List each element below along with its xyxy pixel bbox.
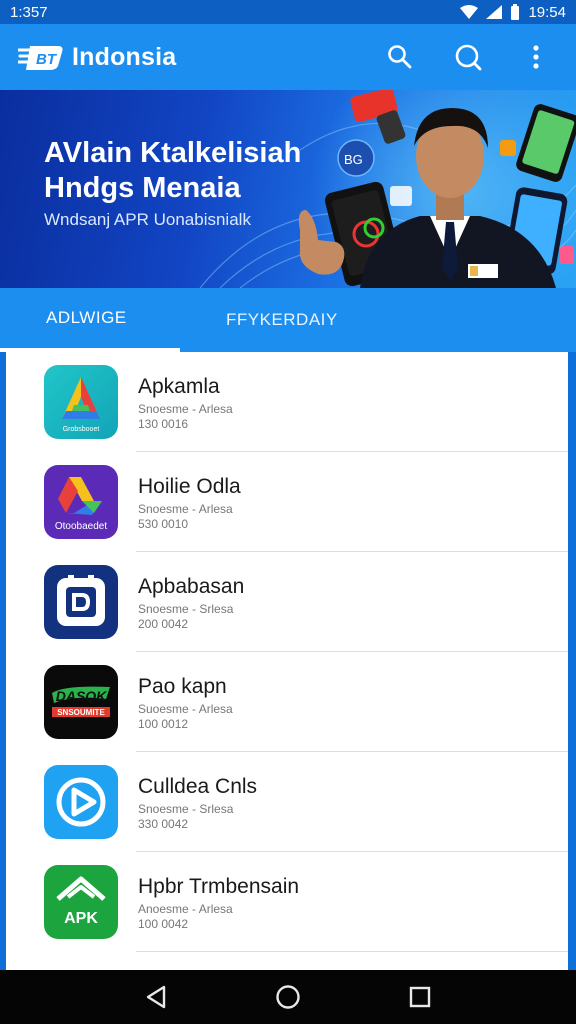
app-name: Apbabasan xyxy=(138,575,245,598)
search-alt-icon[interactable] xyxy=(448,37,488,77)
list-item-text: Apbabasan Snoesme - Srlesa 200 0042 xyxy=(138,574,244,632)
blue-play-icon[interactable] xyxy=(44,765,118,839)
tab-adlwige[interactable]: ADLWIGE xyxy=(0,288,180,352)
more-options-icon[interactable] xyxy=(516,37,556,77)
app-meta: Snoesme - Srlesa xyxy=(138,802,234,816)
status-icons: 19:54 xyxy=(460,4,566,21)
list-item[interactable]: Otoobaedet Hoilie Odla Snoesme - Arlesa … xyxy=(6,452,568,552)
app-title: Indonsia xyxy=(72,42,177,71)
list-item[interactable]: APK Hpbr Trmbensain Anoesme - Arlesa 100… xyxy=(6,852,568,952)
svg-text:BT: BT xyxy=(36,51,58,68)
svg-text:BG: BG xyxy=(344,152,363,167)
svg-text:DASQK: DASQK xyxy=(56,688,107,704)
app-meta: Anoesme - Arlesa xyxy=(138,902,233,916)
promo-banner[interactable]: BG AVlain Ktalkelisiah Hndgs Menaia Wnds… xyxy=(0,90,576,288)
battery-icon xyxy=(510,4,520,20)
app-meta: Suoesme - Arlesa xyxy=(138,702,233,716)
system-nav-bar xyxy=(0,970,576,1024)
tab-ffykerdaiy[interactable]: FFYKERDAIY xyxy=(180,288,380,352)
status-time: 1:357 xyxy=(10,3,48,21)
signal-icon xyxy=(486,5,503,19)
app-size: 100 0012 xyxy=(138,717,189,731)
status-bar: 1:357 19:54 xyxy=(0,0,576,24)
colorful-a-icon[interactable]: Grobsbooet xyxy=(44,365,118,439)
list-item[interactable]: Apbabasan Snoesme - Srlesa 200 0042 xyxy=(6,552,568,652)
list-item-text: Pao kapn Suoesme - Arlesa 100 0012 xyxy=(138,674,233,732)
home-icon[interactable] xyxy=(263,972,313,1022)
app-meta: Snoesme - Srlesa xyxy=(138,602,234,616)
app-size: 530 0010 xyxy=(138,517,189,531)
app-logo-icon: BT xyxy=(16,42,64,72)
app-meta: Snoesme - Arlesa xyxy=(138,402,233,416)
banner-subheading: Wndsanj APR Uonabisnialk xyxy=(44,210,251,229)
divider xyxy=(136,951,568,952)
banner-heading: AVlain Ktalkelisiah Hndgs Menaia xyxy=(44,137,302,204)
app-size: 200 0042 xyxy=(138,617,189,631)
svg-text:APK: APK xyxy=(64,910,98,927)
app-name: Culldea Cnls xyxy=(138,775,258,798)
green-apk-icon[interactable]: APK xyxy=(44,865,118,939)
list-item-text: Hoilie Odla Snoesme - Arlesa 530 0010 xyxy=(138,474,241,532)
tab-bar: ADLWIGE FFYKERDAIY xyxy=(0,288,576,352)
app-name: Pao kapn xyxy=(138,675,227,698)
list-item-text: Culldea Cnls Snoesme - Srlesa 330 0042 xyxy=(138,774,257,832)
list-item[interactable]: DASQK SNSOUMITE Pao kapn Suoesme - Arles… xyxy=(6,652,568,752)
app-name: Apkamla xyxy=(138,375,220,398)
navy-d-icon[interactable] xyxy=(44,565,118,639)
app-bar-actions xyxy=(380,37,562,77)
app-meta: Snoesme - Arlesa xyxy=(138,502,233,516)
list-item[interactable]: Culldea Cnls Snoesme - Srlesa 330 0042 xyxy=(6,752,568,852)
status-clock: 19:54 xyxy=(528,3,566,21)
recents-icon[interactable] xyxy=(395,972,445,1022)
svg-text:Grobsbooet: Grobsbooet xyxy=(63,426,100,433)
app-bar: BT Indonsia xyxy=(0,24,576,90)
search-icon[interactable] xyxy=(380,37,420,77)
dark-brand-icon[interactable]: DASQK SNSOUMITE xyxy=(44,665,118,739)
app-size: 130 0016 xyxy=(138,417,189,431)
app-size: 100 0042 xyxy=(138,917,189,931)
app-list: Grobsbooet Apkamla Snoesme - Arlesa 130 … xyxy=(6,352,568,970)
svg-text:Otoobaedet: Otoobaedet xyxy=(55,521,107,532)
list-item-text: Apkamla Snoesme - Arlesa 130 0016 xyxy=(138,374,233,432)
wifi-icon xyxy=(460,5,479,19)
back-icon[interactable] xyxy=(131,972,181,1022)
app-name: Hoilie Odla xyxy=(138,475,241,498)
list-item-text: Hpbr Trmbensain Anoesme - Arlesa 100 004… xyxy=(138,874,299,932)
app-size: 330 0042 xyxy=(138,817,189,831)
purple-drive-icon[interactable]: Otoobaedet xyxy=(44,465,118,539)
list-item[interactable]: Grobsbooet Apkamla Snoesme - Arlesa 130 … xyxy=(6,352,568,452)
svg-text:SNSOUMITE: SNSOUMITE xyxy=(57,708,105,717)
app-name: Hpbr Trmbensain xyxy=(138,875,300,898)
